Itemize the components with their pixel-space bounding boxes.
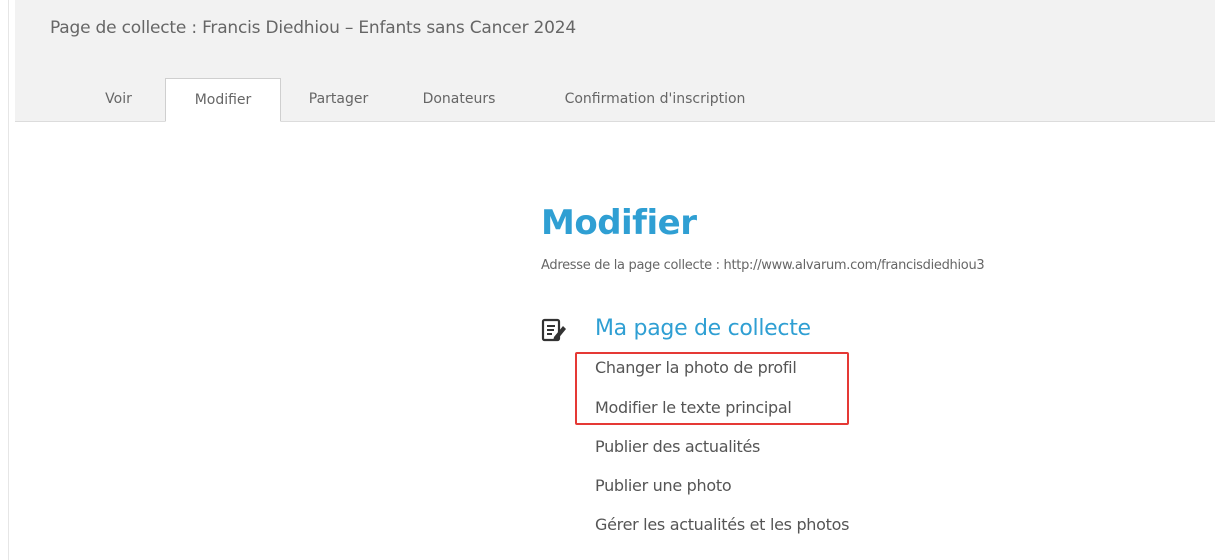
tab-voir[interactable]: Voir bbox=[85, 78, 152, 121]
edit-document-icon bbox=[541, 318, 569, 344]
tab-partager[interactable]: Partager bbox=[292, 78, 385, 121]
tab-donateurs[interactable]: Donateurs bbox=[395, 78, 523, 121]
publish-news-link[interactable]: Publier des actualités bbox=[595, 437, 760, 456]
edit-main-text-link[interactable]: Modifier le texte principal bbox=[595, 398, 792, 417]
tab-modifier[interactable]: Modifier bbox=[165, 78, 281, 122]
page-header: Page de collecte : Francis Diedhiou – En… bbox=[15, 0, 1215, 122]
page-title: Page de collecte : Francis Diedhiou – En… bbox=[50, 18, 577, 38]
change-profile-photo-link[interactable]: Changer la photo de profil bbox=[595, 358, 797, 377]
page-address: Adresse de la page collecte : http://www… bbox=[541, 258, 985, 273]
left-edge-divider bbox=[0, 0, 9, 560]
publish-photo-link[interactable]: Publier une photo bbox=[595, 476, 732, 495]
manage-news-photos-link[interactable]: Gérer les actualités et les photos bbox=[595, 515, 849, 534]
main-title: Modifier bbox=[541, 203, 697, 243]
section-title: Ma page de collecte bbox=[595, 316, 811, 341]
tab-confirmation-inscription[interactable]: Confirmation d'inscription bbox=[535, 78, 775, 121]
